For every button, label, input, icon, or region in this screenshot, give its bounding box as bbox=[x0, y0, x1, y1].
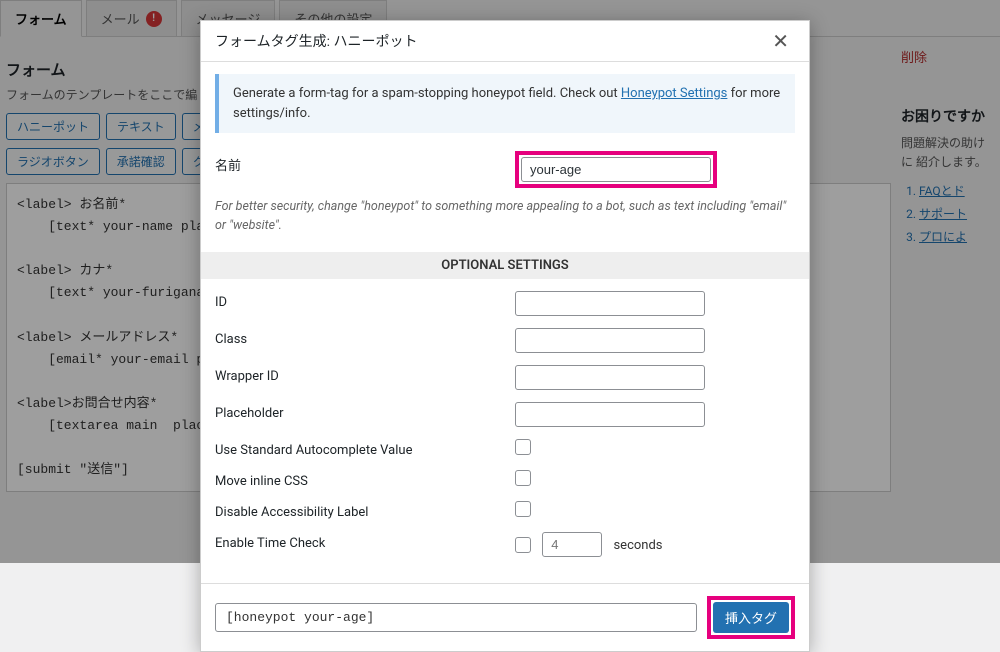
wrapper-id-label: Wrapper ID bbox=[215, 365, 515, 384]
timecheck-seconds-input[interactable] bbox=[542, 532, 602, 557]
autocomplete-label: Use Standard Autocomplete Value bbox=[215, 439, 515, 458]
name-note: For better security, change "honeypot" t… bbox=[201, 194, 809, 246]
placeholder-input[interactable] bbox=[515, 402, 705, 427]
inline-css-label: Move inline CSS bbox=[215, 470, 515, 489]
disable-a11y-label: Disable Accessibility Label bbox=[215, 501, 515, 520]
optional-settings-header: OPTIONAL SETTINGS bbox=[201, 252, 809, 279]
timecheck-checkbox[interactable] bbox=[515, 537, 531, 553]
modal-footer: 挿入タグ bbox=[201, 583, 809, 651]
autocomplete-checkbox[interactable] bbox=[515, 439, 531, 455]
disable-a11y-checkbox[interactable] bbox=[515, 501, 531, 517]
insert-highlight: 挿入タグ bbox=[707, 596, 795, 639]
inline-css-checkbox[interactable] bbox=[515, 470, 531, 486]
generated-tag-input[interactable] bbox=[215, 603, 697, 632]
class-input[interactable] bbox=[515, 328, 705, 353]
info-box: Generate a form-tag for a spam-stopping … bbox=[215, 74, 795, 133]
name-input[interactable] bbox=[521, 157, 711, 182]
id-input[interactable] bbox=[515, 291, 705, 316]
timecheck-label: Enable Time Check bbox=[215, 532, 515, 551]
class-label: Class bbox=[215, 328, 515, 347]
seconds-label: seconds bbox=[613, 538, 662, 553]
insert-tag-button[interactable]: 挿入タグ bbox=[713, 602, 789, 633]
honeypot-settings-link[interactable]: Honeypot Settings bbox=[621, 86, 728, 101]
wrapper-id-input[interactable] bbox=[515, 365, 705, 390]
name-highlight bbox=[515, 151, 717, 188]
id-label: ID bbox=[215, 291, 515, 310]
form-tag-modal: フォームタグ生成: ハニーポット ✕ Generate a form-tag f… bbox=[200, 20, 810, 652]
close-icon[interactable]: ✕ bbox=[766, 29, 795, 53]
modal-header: フォームタグ生成: ハニーポット ✕ bbox=[201, 21, 809, 62]
name-label: 名前 bbox=[215, 151, 515, 174]
info-text-pre: Generate a form-tag for a spam-stopping … bbox=[233, 86, 621, 101]
placeholder-label: Placeholder bbox=[215, 402, 515, 421]
modal-title: フォームタグ生成: ハニーポット bbox=[215, 31, 417, 51]
